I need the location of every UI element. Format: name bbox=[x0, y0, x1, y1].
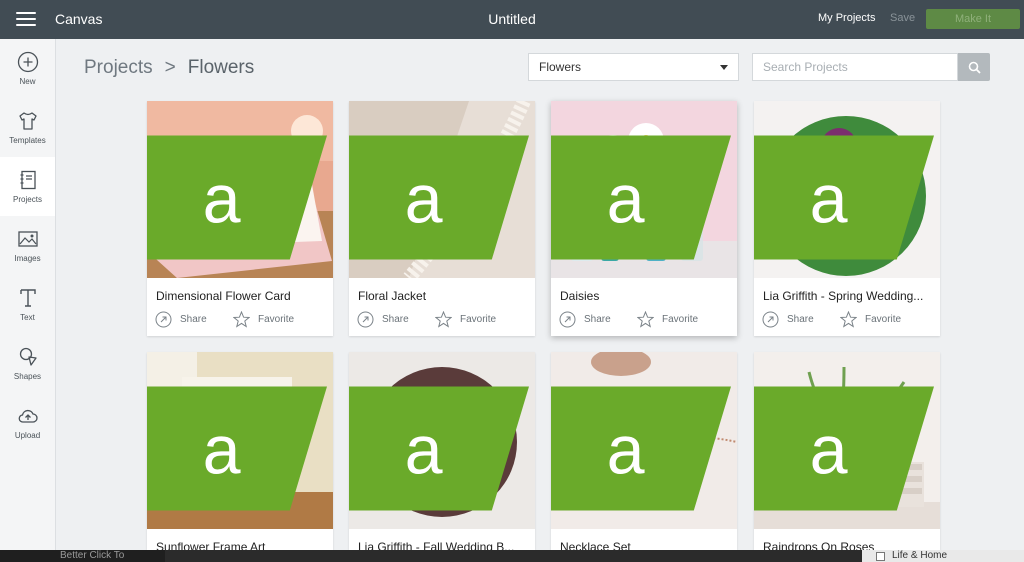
project-thumbnail[interactable]: a bbox=[349, 352, 535, 529]
svg-text:a: a bbox=[203, 412, 241, 488]
sidebar-item-label: Upload bbox=[14, 431, 41, 440]
taskbar-left-text: Better Click To bbox=[60, 550, 125, 561]
project-thumbnail[interactable]: a bbox=[551, 352, 737, 529]
search-icon bbox=[968, 61, 981, 74]
search-button[interactable] bbox=[958, 53, 990, 81]
project-title: Lia Griffith - Spring Wedding... bbox=[763, 289, 924, 303]
project-thumbnail[interactable]: a bbox=[349, 101, 535, 278]
favorite-button[interactable]: Favorite bbox=[637, 311, 698, 328]
access-badge-icon: a bbox=[551, 386, 731, 511]
taskbar-right-text: Life & Home bbox=[892, 550, 948, 561]
os-taskbar: Better Click To Life & Home bbox=[0, 550, 1024, 562]
sidebar-item-upload[interactable]: Upload bbox=[0, 393, 55, 452]
sidebar-item-label: Templates bbox=[9, 136, 46, 145]
access-badge-icon: a bbox=[147, 135, 327, 260]
share-icon bbox=[559, 311, 576, 328]
project-thumbnail[interactable]: a bbox=[147, 101, 333, 278]
project-card[interactable]: a Necklace Set bbox=[551, 352, 737, 550]
svg-text:a: a bbox=[810, 161, 848, 237]
star-icon bbox=[840, 311, 857, 328]
access-badge-icon: a bbox=[551, 135, 731, 260]
project-thumbnail[interactable]: a bbox=[754, 352, 940, 529]
project-card[interactable]: a Floral Jacket Share Favorite bbox=[349, 101, 535, 336]
hamburger-menu-icon[interactable] bbox=[16, 12, 36, 26]
project-card[interactable]: a Lia Griffith - Fall Wedding B... bbox=[349, 352, 535, 550]
share-button[interactable]: Share bbox=[762, 311, 814, 328]
checkbox[interactable] bbox=[876, 552, 885, 561]
svg-text:a: a bbox=[405, 161, 443, 237]
project-card[interactable]: a Daisies Share Favorite bbox=[551, 101, 737, 336]
sidebar-item-projects[interactable]: Projects bbox=[0, 157, 55, 216]
share-icon bbox=[762, 311, 779, 328]
project-card[interactable]: a Lia Griffith - Spring Wedding... Share… bbox=[754, 101, 940, 336]
sidebar-item-shapes[interactable]: Shapes bbox=[0, 334, 55, 393]
project-thumbnail[interactable]: a bbox=[147, 352, 333, 529]
sidebar-item-label: Images bbox=[14, 254, 41, 263]
svg-text:a: a bbox=[405, 412, 443, 488]
breadcrumb-separator: > bbox=[164, 57, 176, 78]
project-title: Dimensional Flower Card bbox=[156, 289, 291, 303]
project-title: Necklace Set bbox=[560, 540, 631, 550]
sidebar-item-label: Text bbox=[20, 313, 35, 322]
project-title: Lia Griffith - Fall Wedding B... bbox=[358, 540, 515, 550]
star-icon bbox=[233, 311, 250, 328]
share-button[interactable]: Share bbox=[155, 311, 207, 328]
sidebar-item-images[interactable]: Images bbox=[0, 216, 55, 275]
share-button[interactable]: Share bbox=[357, 311, 409, 328]
share-button[interactable]: Share bbox=[559, 311, 611, 328]
project-title: Sunflower Frame Art bbox=[156, 540, 266, 550]
search-input[interactable] bbox=[752, 53, 958, 81]
make-it-button[interactable]: Make It bbox=[926, 9, 1020, 29]
access-badge-icon: a bbox=[754, 386, 934, 511]
sidebar-item-label: Shapes bbox=[13, 372, 42, 381]
plus-circle-icon bbox=[17, 51, 38, 73]
favorite-button[interactable]: Favorite bbox=[840, 311, 901, 328]
star-icon bbox=[637, 311, 654, 328]
project-title: Raindrops On Roses bbox=[763, 540, 875, 550]
svg-text:a: a bbox=[203, 161, 241, 237]
sidebar: New Templates Projects Images Text Shape… bbox=[0, 39, 56, 550]
svg-text:a: a bbox=[607, 412, 645, 488]
favorite-button[interactable]: Favorite bbox=[435, 311, 496, 328]
share-icon bbox=[155, 311, 172, 328]
sidebar-item-label: Projects bbox=[13, 195, 42, 204]
favorite-button[interactable]: Favorite bbox=[233, 311, 294, 328]
project-thumbnail[interactable]: a bbox=[551, 101, 737, 278]
sidebar-item-text[interactable]: Text bbox=[0, 275, 55, 334]
sidebar-item-templates[interactable]: Templates bbox=[0, 98, 55, 157]
project-thumbnail[interactable]: a bbox=[754, 101, 940, 278]
image-icon bbox=[17, 231, 38, 247]
access-badge-icon: a bbox=[147, 386, 327, 511]
svg-text:a: a bbox=[607, 161, 645, 237]
my-projects-link[interactable]: My Projects bbox=[818, 12, 875, 24]
text-t-icon bbox=[19, 289, 36, 307]
access-badge-icon: a bbox=[349, 135, 529, 260]
share-icon bbox=[357, 311, 374, 328]
sidebar-item-label: New bbox=[19, 77, 36, 86]
caret-down-icon bbox=[720, 65, 728, 70]
star-icon bbox=[435, 311, 452, 328]
project-card[interactable]: a Sunflower Frame Art bbox=[147, 352, 333, 550]
shapes-icon bbox=[19, 347, 37, 366]
top-bar: Canvas Untitled My Projects Save Make It bbox=[0, 0, 1024, 39]
document-title[interactable]: Untitled bbox=[488, 11, 535, 27]
access-badge-icon: a bbox=[349, 386, 529, 511]
notebook-icon bbox=[20, 170, 36, 190]
cloud-upload-icon bbox=[18, 409, 38, 423]
breadcrumb: Projects > Flowers bbox=[84, 57, 254, 79]
category-dropdown[interactable]: Flowers bbox=[528, 53, 739, 81]
breadcrumb-root[interactable]: Projects bbox=[84, 57, 153, 79]
breadcrumb-current: Flowers bbox=[187, 57, 255, 78]
project-title: Floral Jacket bbox=[358, 289, 427, 303]
project-card[interactable]: a Dimensional Flower Card Share Favorite bbox=[147, 101, 333, 336]
svg-text:a: a bbox=[810, 412, 848, 488]
tshirt-icon bbox=[18, 112, 37, 130]
save-button[interactable]: Save bbox=[890, 12, 915, 24]
sidebar-item-new[interactable]: New bbox=[0, 39, 55, 98]
access-badge-icon: a bbox=[754, 135, 934, 260]
project-card[interactable]: a Raindrops On Roses bbox=[754, 352, 940, 550]
category-dropdown-value: Flowers bbox=[539, 60, 582, 74]
project-title: Daisies bbox=[560, 289, 600, 303]
app-title[interactable]: Canvas bbox=[55, 11, 102, 27]
